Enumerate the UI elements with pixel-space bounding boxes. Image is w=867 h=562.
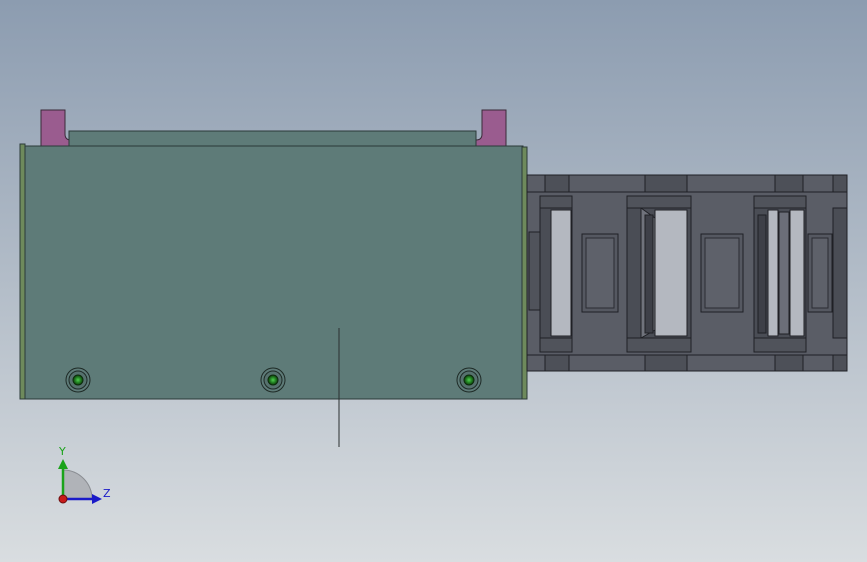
graphics-viewport[interactable]: Y Z xyxy=(0,0,867,562)
chain-link-3[interactable] xyxy=(753,195,807,353)
screw-right[interactable] xyxy=(456,367,482,393)
screw-left[interactable] xyxy=(65,367,91,393)
housing-main-face[interactable] xyxy=(23,145,524,400)
chain-link-2[interactable] xyxy=(626,195,692,353)
model-view[interactable]: Y Z xyxy=(0,0,867,562)
screw-middle[interactable] xyxy=(260,367,286,393)
housing-left-edge[interactable] xyxy=(19,143,26,400)
housing-top-raised[interactable] xyxy=(68,130,477,148)
housing-right-edge[interactable] xyxy=(521,146,528,400)
z-axis-label: Z xyxy=(103,487,111,500)
cable-chain[interactable] xyxy=(526,174,848,372)
y-axis-label: Y xyxy=(58,445,66,458)
x-axis-dot xyxy=(58,494,68,504)
